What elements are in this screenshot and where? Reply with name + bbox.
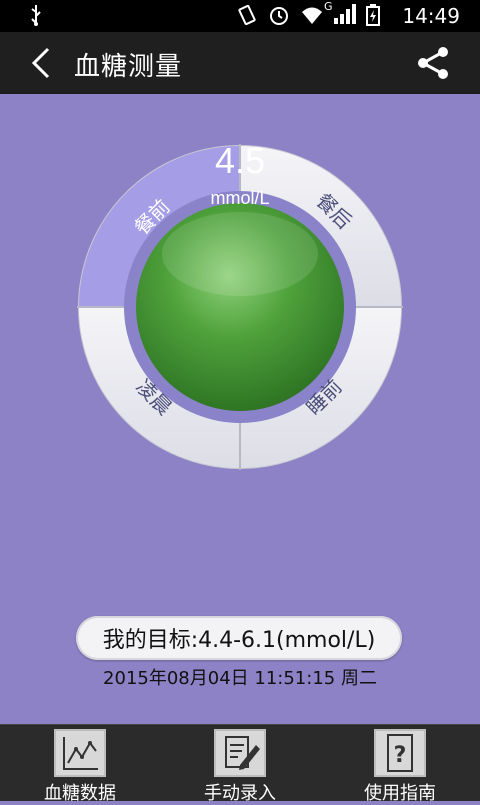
svg-text:?: ?	[394, 743, 407, 768]
tab-glucose-data[interactable]: 血糖数据	[0, 725, 160, 804]
measurement-timestamp: 2015年08月04日 11:51:15 周二	[103, 668, 377, 689]
edit-icon	[214, 729, 266, 777]
alarm-icon	[268, 4, 290, 31]
tab-manual-entry[interactable]: 手动录入	[160, 725, 320, 804]
back-button[interactable]	[28, 46, 58, 80]
glucose-value: 4.5	[214, 140, 266, 181]
bottom-tab-bar: 血糖数据 手动录入 ? 使用指南	[0, 724, 480, 804]
tab-label: 使用指南	[364, 783, 436, 804]
usb-icon	[28, 4, 44, 31]
battery-icon	[366, 4, 380, 31]
target-range: 我的目标:4.4-6.1(mmol/L)	[76, 616, 402, 660]
status-time: 14:49	[402, 4, 460, 28]
network-type-label: G	[324, 0, 333, 13]
tab-label: 血糖数据	[44, 783, 116, 804]
glucose-unit: mmol/L	[210, 188, 270, 208]
tab-user-guide[interactable]: ? 使用指南	[320, 725, 480, 804]
chevron-left-icon	[31, 47, 50, 79]
vibrate-icon	[236, 4, 258, 31]
page-title: 血糖测量	[74, 52, 183, 82]
chart-icon	[54, 729, 106, 777]
action-bar: 血糖测量	[0, 32, 480, 94]
share-button[interactable]	[416, 46, 450, 80]
status-bar: G 14:49	[0, 0, 480, 32]
question-icon: ?	[374, 729, 426, 777]
signal-icon: G	[324, 0, 356, 31]
share-icon	[418, 47, 448, 79]
tab-label: 手动录入	[204, 783, 276, 804]
wifi-icon	[300, 4, 324, 31]
